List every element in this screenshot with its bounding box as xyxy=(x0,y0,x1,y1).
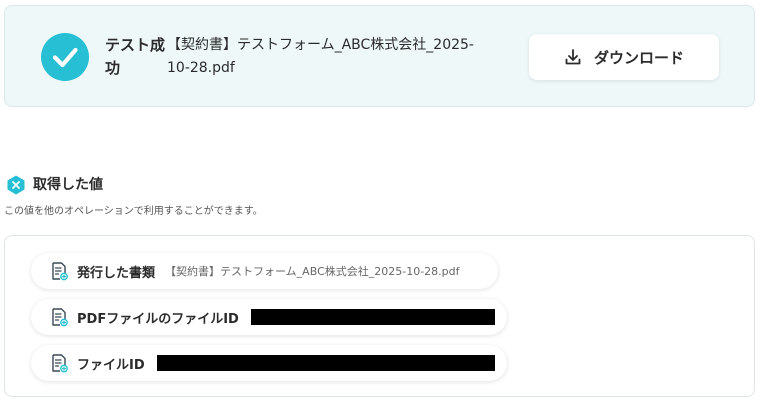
download-icon xyxy=(565,49,581,65)
redacted-value xyxy=(156,355,495,371)
result-file-name: 【契約書】テストフォーム_ABC株式会社_2025-10-28.pdf xyxy=(167,37,474,76)
obtained-values-description: この値を他のオペレーションで利用することができます。 xyxy=(4,206,263,217)
obtained-values-card: 発行した書類 【契約書】テストフォーム_ABC株式会社_2025-10-28.p… xyxy=(4,235,755,397)
download-button[interactable]: ダウンロード xyxy=(529,34,719,80)
success-check-icon xyxy=(41,33,89,81)
document-icon xyxy=(52,354,68,373)
document-icon xyxy=(52,262,68,281)
value-item-pdf-file-id[interactable]: PDFファイルのファイルID xyxy=(31,299,507,335)
value-item-issued-document[interactable]: 発行した書類 【契約書】テストフォーム_ABC株式会社_2025-10-28.p… xyxy=(31,253,498,289)
obtained-values-title: 取得した値 xyxy=(33,177,103,193)
value-item-file-id[interactable]: ファイルID xyxy=(31,345,507,381)
value-item-label: PDFファイルのファイルID xyxy=(77,311,239,327)
test-result-card: テスト成功 【契約書】テストフォーム_ABC株式会社_2025-10-28.pd… xyxy=(4,5,755,107)
download-button-label: ダウンロード xyxy=(593,48,684,67)
value-item-label: 発行した書類 xyxy=(77,265,156,281)
page: テスト成功 【契約書】テストフォーム_ABC株式会社_2025-10-28.pd… xyxy=(0,0,760,404)
variable-icon xyxy=(7,175,25,195)
redacted-value xyxy=(250,309,495,325)
document-icon xyxy=(52,308,68,327)
value-item-value: 【契約書】テストフォーム_ABC株式会社_2025-10-28.pdf xyxy=(165,265,460,278)
value-item-label: ファイルID xyxy=(77,357,145,373)
test-status-text: テスト成功 xyxy=(105,36,166,77)
